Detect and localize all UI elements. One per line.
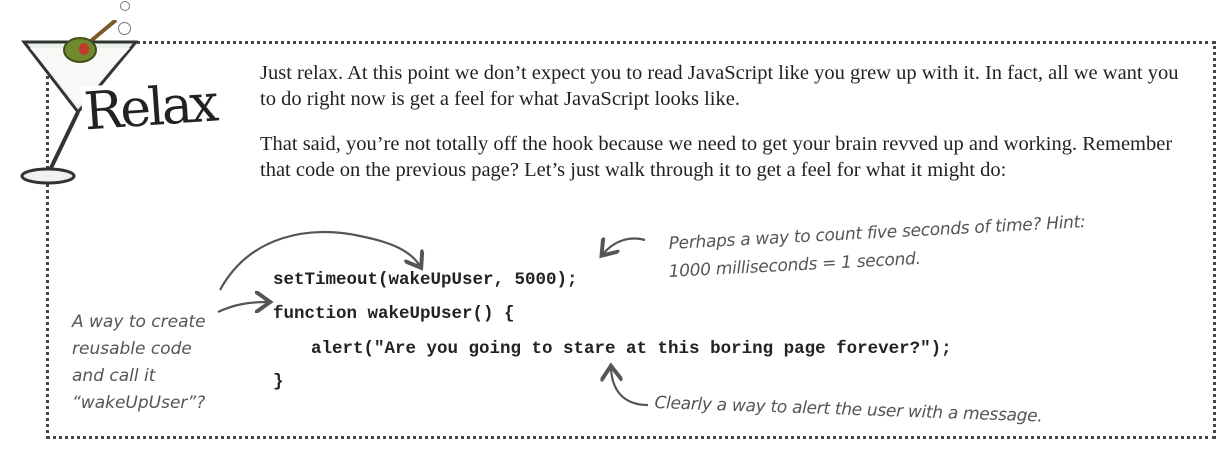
code-line-settimeout: setTimeout(wakeUpUser, 5000); bbox=[273, 270, 578, 290]
relax-title: Relax bbox=[80, 73, 220, 143]
function-annotation-line: and call it bbox=[72, 366, 156, 386]
function-annotation: A way to create reusable code and call i… bbox=[72, 309, 232, 417]
function-annotation-line: reusable code bbox=[72, 339, 192, 359]
code-line-function: function wakeUpUser() { bbox=[273, 304, 515, 324]
walkthrough-paragraph: That said, you’re not totally off the ho… bbox=[260, 133, 1173, 181]
function-annotation-line: “wakeUpUser”? bbox=[72, 393, 206, 413]
code-line-close-brace: } bbox=[273, 372, 284, 392]
function-annotation-line: A way to create bbox=[72, 312, 206, 332]
thought-bubble-small bbox=[120, 1, 130, 11]
intro-paragraph: Just relax. At this point we don’t expec… bbox=[260, 62, 1179, 110]
code-line-alert: alert("Are you going to stare at this bo… bbox=[311, 339, 952, 359]
